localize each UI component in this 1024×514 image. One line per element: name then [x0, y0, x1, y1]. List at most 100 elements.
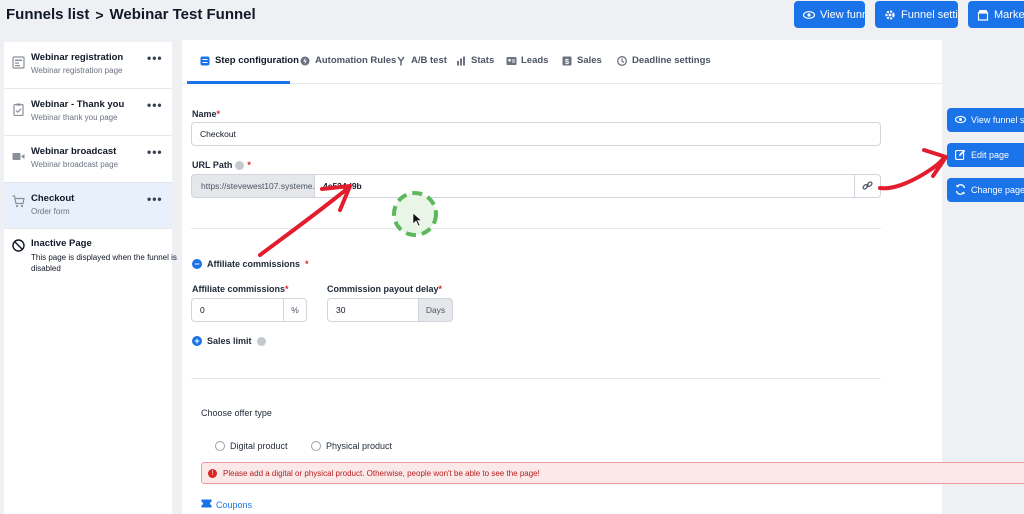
disabled-icon — [12, 239, 25, 252]
collapse-icon: − — [192, 259, 202, 269]
view-funnel-button[interactable]: View funnel — [794, 1, 865, 28]
affiliate-commissions-label: Affiliate commissions* — [192, 284, 289, 294]
more-options-icon[interactable]: ••• — [147, 192, 163, 206]
cart-icon — [12, 195, 25, 208]
required-mark: * — [216, 109, 221, 119]
sidebar-item-title: Inactive Page — [31, 238, 92, 249]
marketplace-label: Marketpl — [994, 8, 1024, 21]
store-icon — [977, 9, 989, 21]
marketplace-button[interactable]: Marketpl — [968, 1, 1024, 28]
sidebar-item-webinar-broadcast[interactable]: Webinar broadcast Webinar broadcast page… — [4, 136, 172, 183]
sidebar-item-title: Webinar broadcast — [31, 146, 117, 157]
divider — [191, 228, 881, 229]
url-prefix: https://stevewest107.systeme.io/ — [191, 174, 324, 198]
tab-label: Step configuration — [215, 55, 299, 66]
tab-label: Stats — [471, 55, 495, 66]
view-funnel-step-label: View funnel step — [971, 115, 1024, 125]
digital-product-radio[interactable]: Digital product — [215, 441, 288, 451]
tab-label: Automation Rules — [315, 55, 397, 66]
sidebar-item-subtitle: Order form — [31, 207, 70, 216]
funnel-steps-sidebar: Webinar registration Webinar registratio… — [4, 42, 177, 514]
tab-label: Sales — [577, 55, 602, 66]
change-page-template-label: Change page te — [971, 185, 1024, 195]
tab-automation-rules[interactable]: Automation Rules — [300, 55, 396, 66]
coupon-icon — [201, 499, 212, 510]
sales-limit-label: Sales limit — [207, 336, 252, 346]
more-options-icon[interactable]: ••• — [147, 51, 163, 65]
copy-link-button[interactable] — [854, 174, 881, 198]
sidebar-item-title: Webinar - Thank you — [31, 99, 125, 110]
tab-sales[interactable]: $ Sales — [562, 55, 602, 66]
affiliate-toggle-label: Affiliate commissions — [207, 259, 301, 269]
clipboard-icon — [12, 103, 25, 117]
tab-leads[interactable]: Leads — [506, 55, 548, 66]
physical-product-radio[interactable]: Physical product — [311, 441, 392, 451]
sidebar-item-inactive-page[interactable]: Inactive Page This page is displayed whe… — [4, 229, 177, 289]
radio-button[interactable] — [311, 441, 321, 451]
edit-page-button[interactable]: Edit page — [947, 143, 1024, 167]
refresh-icon — [955, 183, 966, 197]
sidebar-item-title: Webinar registration — [31, 52, 124, 63]
digital-product-label: Digital product — [230, 441, 288, 451]
page-title: Webinar Test Funnel — [109, 6, 256, 23]
sidebar-item-webinar-registration[interactable]: Webinar registration Webinar registratio… — [4, 42, 172, 89]
url-prefix-text: https://stevewest107.systeme.io/ — [201, 181, 324, 191]
commission-payout-delay-input[interactable]: 30 — [327, 298, 419, 322]
sidebar-item-checkout[interactable]: Checkout Order form ••• — [4, 183, 172, 229]
sidebar-item-title: Checkout — [31, 193, 75, 204]
step-configuration-panel: Step configuration Automation Rules A/B … — [182, 40, 1024, 514]
bolt-icon — [300, 56, 310, 66]
sidebar-item-subtitle-cont: disabled — [31, 264, 61, 273]
split-icon — [396, 56, 406, 66]
affiliate-commissions-toggle[interactable]: − Affiliate commissions * — [192, 259, 309, 269]
name-label-text: Name — [192, 109, 217, 119]
coupons-link[interactable]: Coupons — [201, 499, 252, 510]
name-field[interactable]: Checkout — [191, 122, 881, 146]
sales-limit-toggle[interactable]: + Sales limit — [192, 336, 266, 346]
product-required-alert: ! Please add a digital or physical produ… — [201, 462, 1024, 484]
more-options-icon[interactable]: ••• — [147, 98, 163, 112]
error-icon: ! — [208, 468, 217, 478]
change-page-template-button[interactable]: Change page te — [947, 178, 1024, 202]
url-path-label-text: URL Path — [192, 160, 233, 170]
users-icon — [506, 56, 517, 66]
dollar-icon: $ — [562, 56, 572, 66]
name-label: Name* — [192, 109, 220, 119]
radio-button[interactable] — [215, 441, 225, 451]
payout-delay-label-text: Commission payout delay — [327, 284, 439, 294]
coupons-label: Coupons — [216, 499, 253, 510]
tab-ab-test[interactable]: A/B test — [396, 55, 447, 66]
tab-step-configuration[interactable]: Step configuration — [200, 55, 299, 66]
funnel-settings-button[interactable]: Funnel settings — [875, 1, 958, 28]
link-icon — [862, 180, 873, 193]
offer-type-label: Choose offer type — [201, 408, 272, 418]
help-icon[interactable] — [256, 336, 266, 346]
tab-deadline-settings[interactable]: Deadline settings — [617, 55, 711, 66]
help-icon[interactable] — [235, 160, 245, 170]
settings-icon — [200, 56, 210, 66]
tab-stats[interactable]: Stats — [456, 55, 494, 66]
sidebar-item-subtitle: This page is displayed when the funnel i… — [31, 253, 177, 262]
url-path-label: URL Path * — [192, 160, 251, 170]
eye-icon — [803, 9, 815, 21]
breadcrumb-funnels-list[interactable]: Funnels list — [6, 6, 89, 23]
required-mark: * — [247, 160, 251, 170]
required-mark: * — [438, 284, 443, 294]
more-options-icon[interactable]: ••• — [147, 145, 163, 159]
eye-icon — [954, 114, 967, 127]
tab-bar: Step configuration Automation Rules A/B … — [182, 40, 942, 84]
funnel-settings-label: Funnel settings — [901, 8, 958, 21]
view-funnel-step-button[interactable]: View funnel step — [947, 108, 1024, 132]
percent-text: % — [291, 305, 299, 315]
commission-payout-delay-label: Commission payout delay* — [327, 284, 442, 294]
sidebar-item-subtitle: Webinar broadcast page — [31, 160, 119, 169]
affiliate-commissions-input[interactable]: 0 — [191, 298, 284, 322]
active-tab-indicator — [187, 81, 290, 84]
physical-product-label: Physical product — [326, 441, 393, 451]
url-path-input[interactable]: 4e524d9b — [315, 174, 855, 198]
url-path-value: 4e524d9b — [323, 181, 362, 191]
sidebar-item-subtitle: Webinar registration page — [31, 66, 123, 75]
tab-label: Deadline settings — [632, 55, 711, 66]
sidebar-item-webinar-thank-you[interactable]: Webinar - Thank you Webinar thank you pa… — [4, 89, 172, 136]
percent-addon: % — [283, 298, 307, 322]
